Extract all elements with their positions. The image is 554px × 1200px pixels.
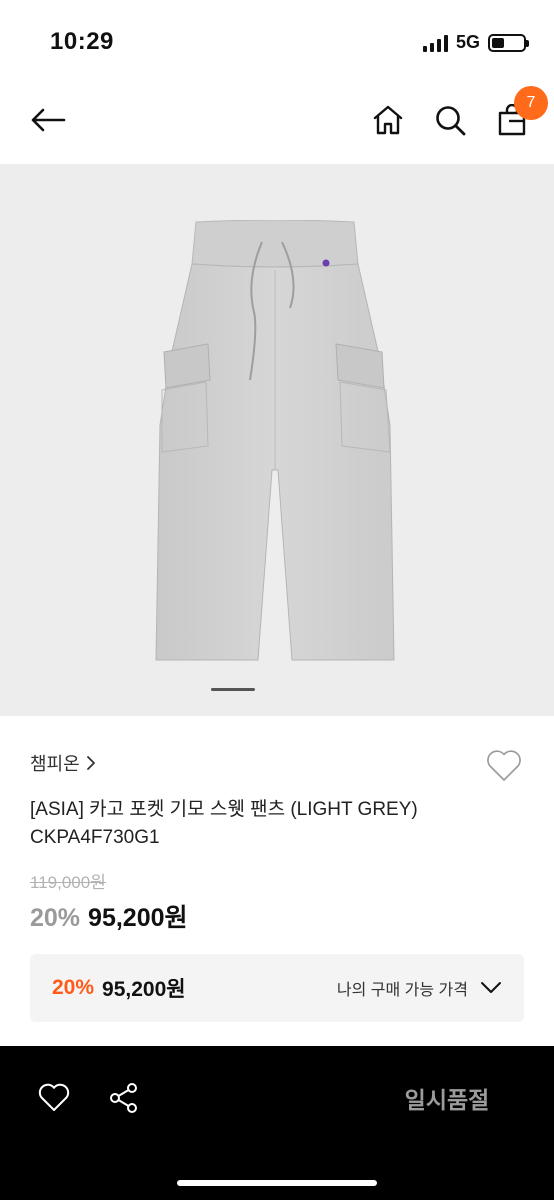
status-time: 10:29 (50, 28, 114, 55)
my-price-value: 95,200원 (102, 978, 186, 1001)
network-label: 5G (455, 32, 480, 52)
search-icon (436, 106, 466, 136)
battery-icon (488, 33, 529, 52)
brand-name: 챔피온 (30, 754, 80, 774)
home-icon (373, 105, 403, 135)
brand-link[interactable]: 챔피온 (30, 750, 96, 776)
soldout-button[interactable]: 일시품절 (340, 1072, 554, 1124)
home-indicator[interactable] (177, 1180, 377, 1186)
back-arrow-icon (31, 108, 66, 132)
cart-button[interactable]: 7 (490, 86, 548, 142)
back-button[interactable] (26, 98, 70, 142)
share-button[interactable] (102, 1076, 146, 1120)
my-price-label: 나의 구매 가능 가격 (336, 982, 468, 999)
bottom-action-bar: 일시품절 (0, 1046, 554, 1200)
heart-icon (487, 750, 521, 781)
product-code: CKPA4F730G1 (30, 827, 160, 848)
signal-icon (422, 34, 448, 52)
bottom-wishlist-button[interactable] (32, 1076, 76, 1120)
top-nav: 7 (0, 84, 554, 164)
chevron-down-icon (481, 982, 501, 993)
search-button[interactable] (428, 98, 472, 142)
status-indicators: 5G (422, 32, 529, 53)
sale-price: 95,200원 (88, 904, 188, 932)
chevron-right-icon (86, 756, 95, 770)
discount-rate: 20% (30, 904, 81, 932)
home-button[interactable] (366, 98, 410, 142)
price-row: 20% 95,200원 (30, 898, 188, 934)
my-price-dropdown[interactable]: 20% 95,200원 나의 구매 가능 가격 (30, 954, 524, 1022)
nav-actions: 7 (366, 86, 548, 142)
product-title: [ASIA] 카고 포켓 기모 스웻 팬츠 (LIGHT GREY) CKPA4… (30, 796, 500, 852)
product-image-carousel[interactable] (0, 164, 554, 716)
share-icon (110, 1083, 137, 1113)
product-title-line: [ASIA] 카고 포켓 기모 스웻 팬츠 (LIGHT GREY) (30, 799, 418, 820)
carousel-indicator (211, 688, 255, 691)
my-price-discount: 20% (52, 976, 95, 999)
heart-icon (38, 1083, 70, 1111)
wishlist-button[interactable] (484, 746, 524, 786)
original-price: 119,000원 (30, 873, 106, 892)
cart-count-badge: 7 (514, 86, 548, 120)
product-image (155, 220, 395, 661)
status-bar: 10:29 5G (0, 0, 554, 84)
